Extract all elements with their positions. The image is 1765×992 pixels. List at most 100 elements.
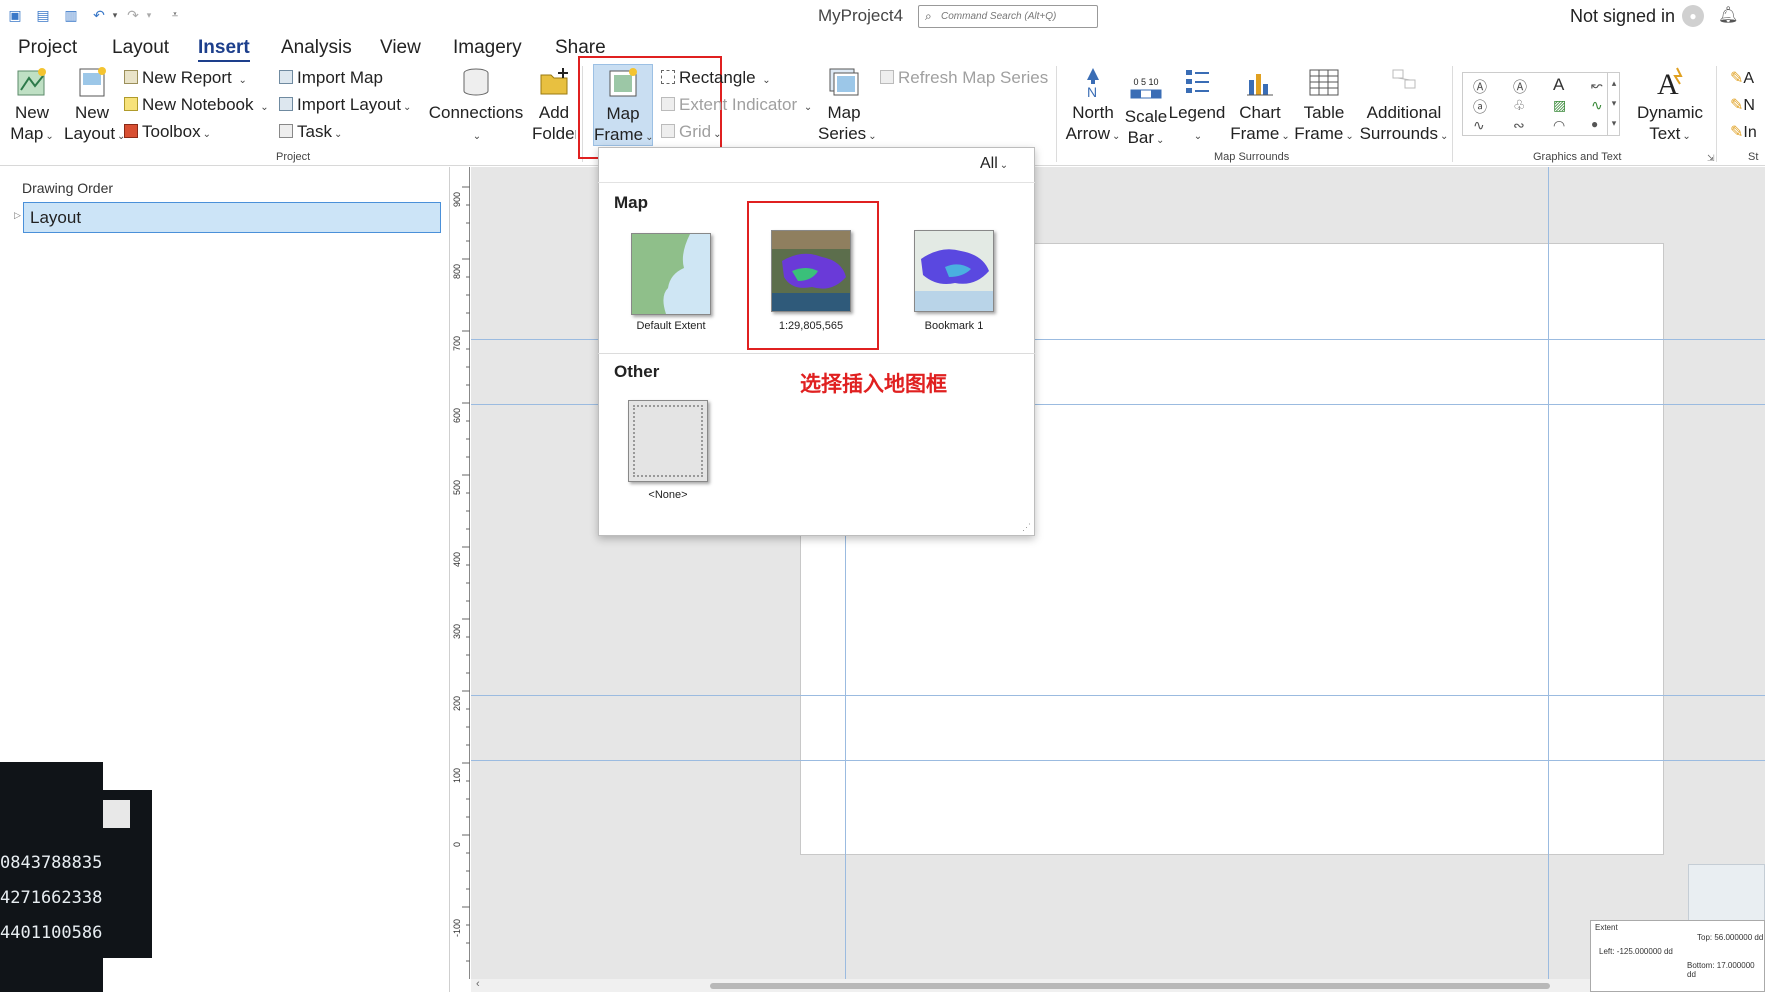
circle-text-icon[interactable]: ⓐ (1473, 97, 1487, 117)
bookmark-thumbnail[interactable] (914, 230, 994, 312)
group-label-project: Project (276, 151, 311, 163)
redo-dropdown-icon[interactable]: ▾ (140, 6, 158, 24)
tab-analysis[interactable]: Analysis (281, 37, 352, 59)
scale-bar-ticks: 0 5 10 (1133, 77, 1159, 87)
gallery-scroll[interactable]: ▴ ▾ ▾ (1607, 73, 1620, 135)
ruler-label: 500 (452, 480, 462, 495)
refresh-map-series-button[interactable]: Refresh Map Series (880, 68, 1048, 88)
import-layout-label: Import Layout (297, 95, 401, 114)
customize-quick-access-icon[interactable]: ⩡ (166, 6, 184, 24)
undo-dropdown-icon[interactable]: ▾ (106, 6, 124, 24)
ruler-label: -100 (452, 919, 462, 937)
none-thumbnail[interactable] (628, 400, 708, 482)
add-folder-button[interactable]: Add Folder (532, 66, 576, 144)
task-label: Task (297, 122, 332, 141)
table-frame-button[interactable]: Table Frame ⌄ (1294, 66, 1354, 147)
new-layout-button[interactable]: New Layout ⌄ (64, 66, 125, 147)
scale-bar-label-2: Bar (1127, 128, 1155, 147)
chart-frame-button[interactable]: Chart Frame ⌄ (1230, 66, 1290, 147)
additional-surrounds-button[interactable]: Additional Surrounds ⌄ (1356, 66, 1452, 147)
map-series-button[interactable]: Map Series ⌄ (818, 66, 877, 147)
search-icon: ⌕ (925, 9, 932, 23)
freehand-text-icon[interactable]: ∿ (1473, 117, 1485, 134)
gallery-section-other: Other (614, 362, 660, 381)
extent-indicator-button[interactable]: Extent Indicator ⌄ (661, 95, 812, 115)
line-icon[interactable]: ∿ (1591, 97, 1603, 114)
tab-layout[interactable]: Layout (112, 37, 169, 59)
splined-text-icon[interactable]: Ⓐ (1513, 77, 1527, 97)
save-project-icon[interactable]: ▥ (62, 6, 80, 24)
gallery-filter-label: All (980, 155, 998, 172)
new-notebook-button[interactable]: New Notebook ⌄ (124, 95, 269, 115)
extent-left: Left: -125.000000 dd (1599, 947, 1673, 956)
expand-arrow-icon[interactable]: ▷ (14, 210, 21, 221)
task-button[interactable]: Task ⌄ (279, 122, 342, 142)
scale-bar-button[interactable]: 0 5 10 Scale Bar ⌄ (1124, 66, 1168, 151)
chart-frame-label-2: Frame (1230, 124, 1280, 143)
arc-icon[interactable]: ◠ (1553, 117, 1565, 134)
partial-item-3[interactable]: ✎In (1730, 122, 1757, 142)
guide-line[interactable] (471, 760, 1765, 761)
dynamic-text-button[interactable]: A Dynamic Text ⌄ (1634, 66, 1706, 147)
grid-button[interactable]: Grid ⌄ (661, 122, 722, 142)
terminal-line: 0843788835 (0, 853, 103, 873)
table-frame-icon (1309, 69, 1339, 96)
scroll-left-icon[interactable]: ‹ (476, 978, 480, 990)
horizontal-scrollbar-thumb[interactable] (710, 983, 1550, 989)
picture-icon[interactable]: ▨ (1553, 97, 1566, 114)
north-arrow-button[interactable]: N North Arrow ⌄ (1064, 66, 1122, 147)
svg-text:N: N (1087, 84, 1097, 98)
report-icon (124, 70, 138, 84)
toolbox-icon (124, 124, 138, 138)
lasso-text-icon[interactable]: ∾ (1513, 117, 1525, 134)
additional-surrounds-label-2: Surrounds (1359, 124, 1439, 143)
partial-item-1[interactable]: ✎A (1730, 68, 1754, 88)
curved-text-icon[interactable]: ↜ (1591, 77, 1603, 94)
ruler-label: 800 (452, 264, 462, 279)
rectangle-icon (661, 70, 675, 84)
straight-text-icon[interactable]: A (1553, 75, 1564, 95)
ruler-label: 400 (452, 552, 462, 567)
extent-info-widget: Extent Top: 56.000000 dd Left: -125.0000… (1590, 920, 1765, 992)
annotation-text: 选择插入地图框 (800, 373, 947, 396)
notifications-bell-icon[interactable]: 🔔︎ (1718, 5, 1738, 25)
dynamic-text-label-1: Dynamic (1636, 103, 1704, 122)
connections-button[interactable]: Connections ⌄ (427, 66, 525, 147)
polygon-text-icon[interactable]: ♧ (1513, 97, 1526, 114)
command-search-input[interactable]: ⌕ Command Search (Alt+Q) (918, 5, 1098, 28)
new-map-button[interactable]: New Map ⌄ (8, 66, 56, 147)
new-report-button[interactable]: New Report ⌄ (124, 68, 247, 88)
tab-project[interactable]: Project (18, 37, 77, 59)
partial-item-2[interactable]: ✎N (1730, 95, 1755, 115)
user-avatar-icon[interactable]: ● (1682, 5, 1704, 27)
gallery-filter-dropdown[interactable]: All ⌄ (980, 155, 1008, 173)
sign-in-status[interactable]: Not signed in (1570, 6, 1675, 27)
ruler-label: 900 (452, 192, 462, 207)
default-extent-thumbnail[interactable] (631, 233, 711, 315)
point-icon[interactable]: ● (1591, 117, 1598, 131)
north-arrow-icon: N (1087, 68, 1099, 98)
guide-line[interactable] (1548, 167, 1549, 979)
tab-view[interactable]: View (380, 37, 421, 59)
new-project-icon[interactable]: ▣ (6, 6, 24, 24)
rectangle-button[interactable]: Rectangle ⌄ (661, 68, 771, 88)
new-notebook-label: New Notebook (142, 95, 254, 114)
layout-tree-item[interactable]: Layout (23, 202, 441, 233)
guide-line[interactable] (471, 695, 1765, 696)
text-icon[interactable]: Ⓐ (1473, 77, 1487, 97)
legend-button[interactable]: Legend ⌄ (1166, 66, 1228, 147)
add-folder-label-1: Add (538, 103, 570, 122)
dialog-launcher-icon[interactable]: ⇲ (1707, 153, 1715, 164)
import-map-button[interactable]: Import Map (279, 68, 383, 88)
resize-grip-icon[interactable]: ⋰ (1022, 522, 1031, 533)
import-map-label: Import Map (297, 68, 383, 87)
open-project-icon[interactable]: ▤ (34, 6, 52, 24)
tab-insert[interactable]: Insert (198, 37, 250, 62)
toolbox-button[interactable]: Toolbox ⌄ (124, 122, 211, 142)
import-layout-icon (279, 97, 293, 111)
graphics-gallery[interactable]: Ⓐ Ⓐ A ↜ ⓐ ♧ ▨ ∿ ∿ ∾ ◠ ● ▴ ▾ ▾ (1462, 72, 1620, 136)
new-map-label-1: New (14, 103, 49, 122)
connections-label: Connections (428, 103, 524, 122)
tab-imagery[interactable]: Imagery (453, 37, 522, 59)
import-layout-button[interactable]: Import Layout ⌄ (279, 95, 411, 115)
